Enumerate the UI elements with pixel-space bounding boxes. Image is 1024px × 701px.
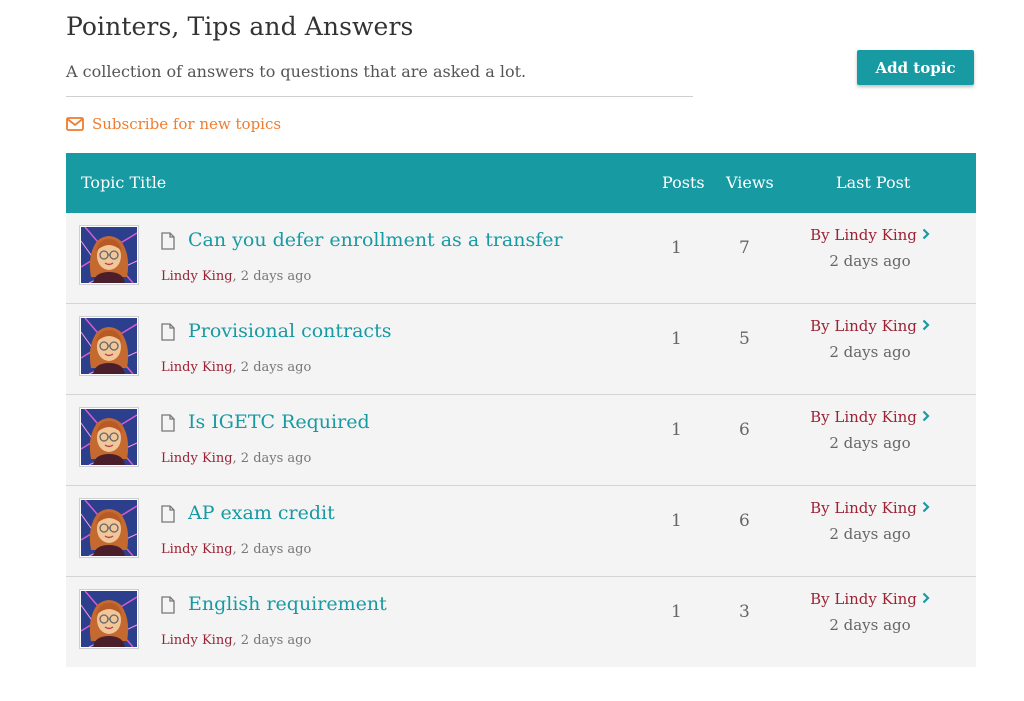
- views-count: 6: [739, 511, 750, 531]
- posts-count: 1: [671, 420, 682, 440]
- topic-title-link[interactable]: Is IGETC Required: [188, 411, 370, 433]
- last-post: By Lindy King 2 days ago: [792, 407, 948, 452]
- topic-author-link[interactable]: Lindy King: [161, 542, 233, 557]
- topic-title-link[interactable]: Can you defer enrollment as a transfer: [188, 229, 563, 251]
- table-row: Provisional contracts Lindy King, 2 days…: [66, 304, 976, 395]
- last-post-time: 2 days ago: [829, 343, 911, 361]
- topic-time: , 2 days ago: [232, 269, 312, 284]
- chevron-right-icon: [922, 226, 930, 244]
- views-count: 7: [739, 238, 750, 258]
- topic-meta: Lindy King, 2 days ago: [161, 633, 311, 648]
- last-post-author: By Lindy King: [810, 499, 917, 517]
- posts-count: 1: [671, 511, 682, 531]
- last-post-link[interactable]: By Lindy King: [810, 408, 930, 426]
- chevron-right-icon: [922, 408, 930, 426]
- posts-count: 1: [671, 602, 682, 622]
- last-post-time: 2 days ago: [829, 252, 911, 270]
- last-post: By Lindy King 2 days ago: [792, 316, 948, 361]
- topic-time: , 2 days ago: [232, 633, 312, 648]
- avatar[interactable]: [79, 316, 139, 376]
- document-icon: [161, 414, 175, 436]
- table-row: Is IGETC Required Lindy King, 2 days ago…: [66, 395, 976, 486]
- document-icon: [161, 232, 175, 254]
- header-views: Views: [726, 173, 774, 192]
- document-icon: [161, 505, 175, 527]
- last-post-time: 2 days ago: [829, 434, 911, 452]
- avatar[interactable]: [79, 589, 139, 649]
- last-post-author: By Lindy King: [810, 226, 917, 244]
- topic-author-link[interactable]: Lindy King: [161, 451, 233, 466]
- add-topic-button[interactable]: Add topic: [857, 50, 974, 85]
- avatar[interactable]: [79, 225, 139, 285]
- chevron-right-icon: [922, 317, 930, 335]
- table-row: English requirement Lindy King, 2 days a…: [66, 577, 976, 667]
- table-header: Topic Title Posts Views Last Post: [66, 153, 976, 213]
- last-post: By Lindy King 2 days ago: [792, 589, 948, 634]
- posts-count: 1: [671, 329, 682, 349]
- last-post-author: By Lindy King: [810, 590, 917, 608]
- header-topic-title: Topic Title: [81, 173, 167, 192]
- last-post-link[interactable]: By Lindy King: [810, 590, 930, 608]
- chevron-right-icon: [922, 499, 930, 517]
- subscribe-link[interactable]: Subscribe for new topics: [66, 114, 281, 134]
- envelope-icon: [66, 117, 84, 131]
- topic-time: , 2 days ago: [232, 542, 312, 557]
- avatar[interactable]: [79, 498, 139, 558]
- last-post-link[interactable]: By Lindy King: [810, 317, 930, 335]
- posts-count: 1: [671, 238, 682, 258]
- forum-description: A collection of answers to questions tha…: [66, 62, 527, 81]
- last-post-time: 2 days ago: [829, 616, 911, 634]
- topic-time: , 2 days ago: [232, 360, 312, 375]
- chevron-right-icon: [922, 590, 930, 608]
- views-count: 3: [739, 602, 750, 622]
- last-post-link[interactable]: By Lindy King: [810, 499, 930, 517]
- forum-page: Pointers, Tips and Answers A collection …: [0, 0, 1024, 701]
- table-row: AP exam credit Lindy King, 2 days ago 1 …: [66, 486, 976, 577]
- topic-author-link[interactable]: Lindy King: [161, 633, 233, 648]
- last-post: By Lindy King 2 days ago: [792, 225, 948, 270]
- views-count: 5: [739, 329, 750, 349]
- topic-author-link[interactable]: Lindy King: [161, 269, 233, 284]
- topics-list: Can you defer enrollment as a transfer L…: [66, 213, 976, 667]
- document-icon: [161, 323, 175, 345]
- topic-title-link[interactable]: English requirement: [188, 593, 387, 615]
- subscribe-label: Subscribe for new topics: [92, 115, 282, 133]
- header-last-post: Last Post: [836, 173, 911, 192]
- divider: [66, 96, 693, 97]
- topic-meta: Lindy King, 2 days ago: [161, 269, 311, 284]
- topic-meta: Lindy King, 2 days ago: [161, 542, 311, 557]
- document-icon: [161, 596, 175, 618]
- topic-meta: Lindy King, 2 days ago: [161, 451, 311, 466]
- page-title: Pointers, Tips and Answers: [66, 12, 414, 41]
- topic-title-link[interactable]: AP exam credit: [188, 502, 335, 524]
- last-post-author: By Lindy King: [810, 408, 917, 426]
- topic-title-link[interactable]: Provisional contracts: [188, 320, 391, 342]
- last-post-time: 2 days ago: [829, 525, 911, 543]
- topic-time: , 2 days ago: [232, 451, 312, 466]
- topic-meta: Lindy King, 2 days ago: [161, 360, 311, 375]
- topic-author-link[interactable]: Lindy King: [161, 360, 233, 375]
- table-row: Can you defer enrollment as a transfer L…: [66, 213, 976, 304]
- views-count: 6: [739, 420, 750, 440]
- last-post-author: By Lindy King: [810, 317, 917, 335]
- avatar[interactable]: [79, 407, 139, 467]
- last-post-link[interactable]: By Lindy King: [810, 226, 930, 244]
- header-posts: Posts: [662, 173, 705, 192]
- topics-table: Topic Title Posts Views Last Post Can yo…: [66, 153, 976, 667]
- last-post: By Lindy King 2 days ago: [792, 498, 948, 543]
